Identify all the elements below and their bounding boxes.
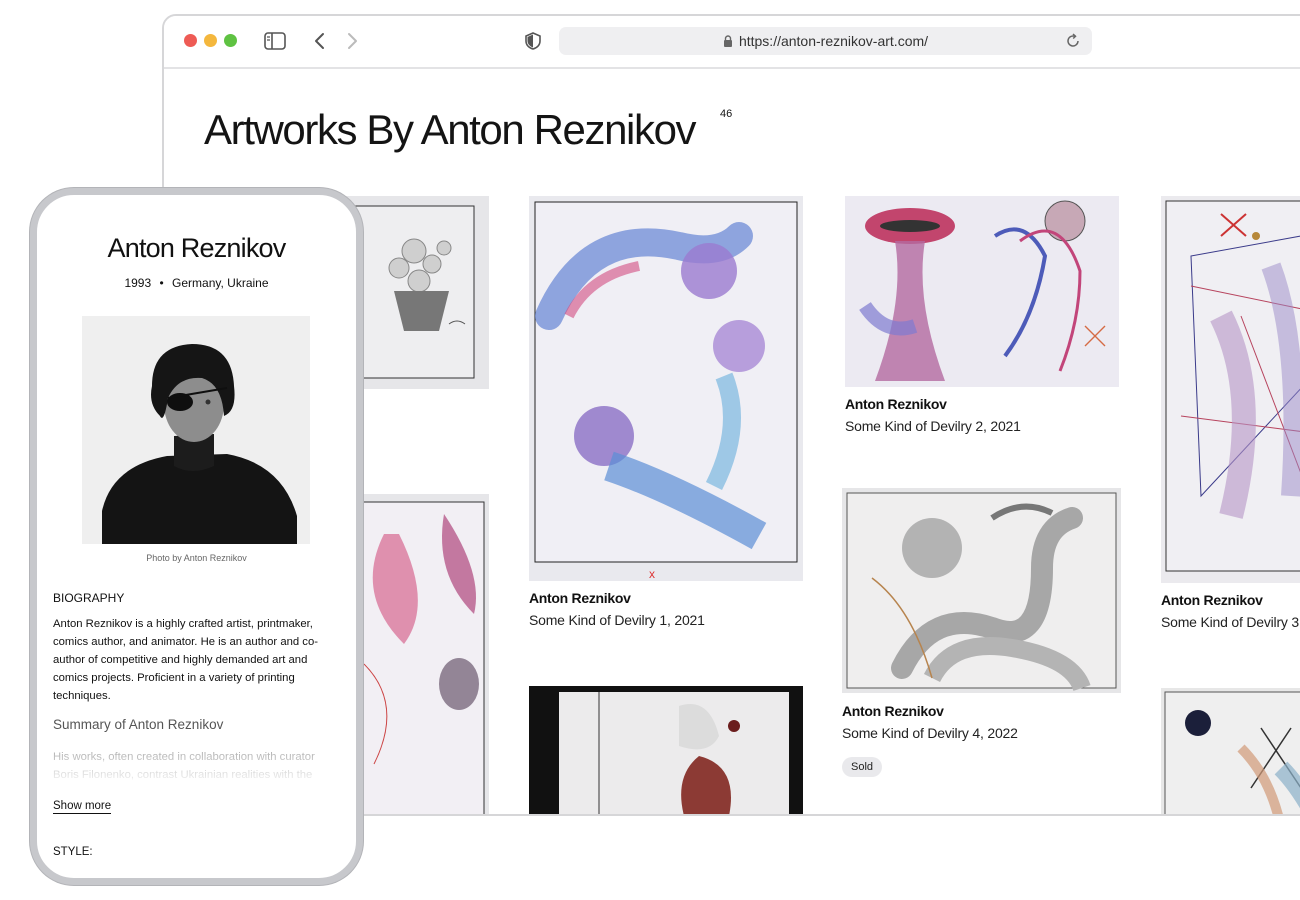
mobile-artist-page: Anton Reznikov 1993 • Germany, Ukraine P…: [37, 195, 356, 878]
artist-location: Germany, Ukraine: [172, 276, 269, 290]
url-text: https://anton-reznikov-art.com/: [738, 33, 929, 49]
artwork-title[interactable]: Some Kind of Devilry 3, 2021: [1161, 614, 1300, 630]
artwork-image-devilry-3[interactable]: [1161, 196, 1300, 583]
artist-portrait: [82, 316, 310, 544]
artist-birth-year: 1993: [124, 276, 152, 290]
biography-text: Anton Reznikov is a highly crafted artis…: [53, 618, 318, 702]
chevron-right-icon[interactable]: [342, 30, 364, 52]
artwork-image-devilry-4[interactable]: [842, 488, 1121, 693]
biography-heading: BIOGRAPHY: [53, 591, 125, 605]
summary-text: His works, often created in collaboratio…: [53, 751, 315, 781]
mobile-device-frame: Anton Reznikov 1993 • Germany, Ukraine P…: [30, 188, 363, 885]
lock-icon: [723, 35, 732, 47]
browser-toolbar: https://anton-reznikov-art.com/: [164, 16, 1300, 69]
reload-icon[interactable]: [1064, 32, 1082, 50]
close-window-button[interactable]: [184, 34, 197, 47]
photo-credit: Photo by Anton Reznikov: [146, 553, 247, 563]
minimize-window-button[interactable]: [204, 34, 217, 47]
artwork-title[interactable]: Some Kind of Devilry 2, 2021: [845, 418, 1021, 434]
svg-text:x: x: [649, 567, 655, 581]
style-heading: STYLE:: [53, 846, 93, 858]
artwork-title[interactable]: Some Kind of Devilry 4, 2022: [842, 725, 1018, 741]
summary-heading: Summary of Anton Reznikov: [53, 717, 224, 732]
sold-badge: Sold: [842, 757, 883, 777]
artwork-artist[interactable]: Anton Reznikov: [842, 703, 944, 719]
artist-meta: 1993 • Germany, Ukraine: [37, 276, 356, 290]
artwork-image-bottom-center[interactable]: [529, 686, 803, 814]
sidebar-toggle-icon[interactable]: [264, 30, 286, 52]
artwork-image-bottom-right[interactable]: [1161, 688, 1300, 814]
artwork-artist[interactable]: Anton Reznikov: [845, 396, 947, 412]
bullet-separator: •: [159, 276, 164, 290]
artist-name: Anton Reznikov: [107, 233, 287, 263]
page-title: Artworks By Anton Reznikov: [204, 106, 697, 153]
artwork-artist[interactable]: Anton Reznikov: [529, 590, 631, 606]
artwork-artist[interactable]: Anton Reznikov: [1161, 592, 1263, 608]
artwork-image-devilry-1[interactable]: x: [529, 196, 803, 581]
address-bar[interactable]: https://anton-reznikov-art.com/: [559, 27, 1092, 55]
artwork-image-devilry-2[interactable]: [845, 196, 1119, 387]
shield-icon[interactable]: [522, 30, 544, 52]
artwork-count: 46: [720, 108, 733, 120]
show-more-link[interactable]: Show more: [53, 800, 112, 814]
zoom-window-button[interactable]: [224, 34, 237, 47]
chevron-left-icon[interactable]: [308, 30, 330, 52]
artwork-title[interactable]: Some Kind of Devilry 1, 2021: [529, 612, 705, 628]
